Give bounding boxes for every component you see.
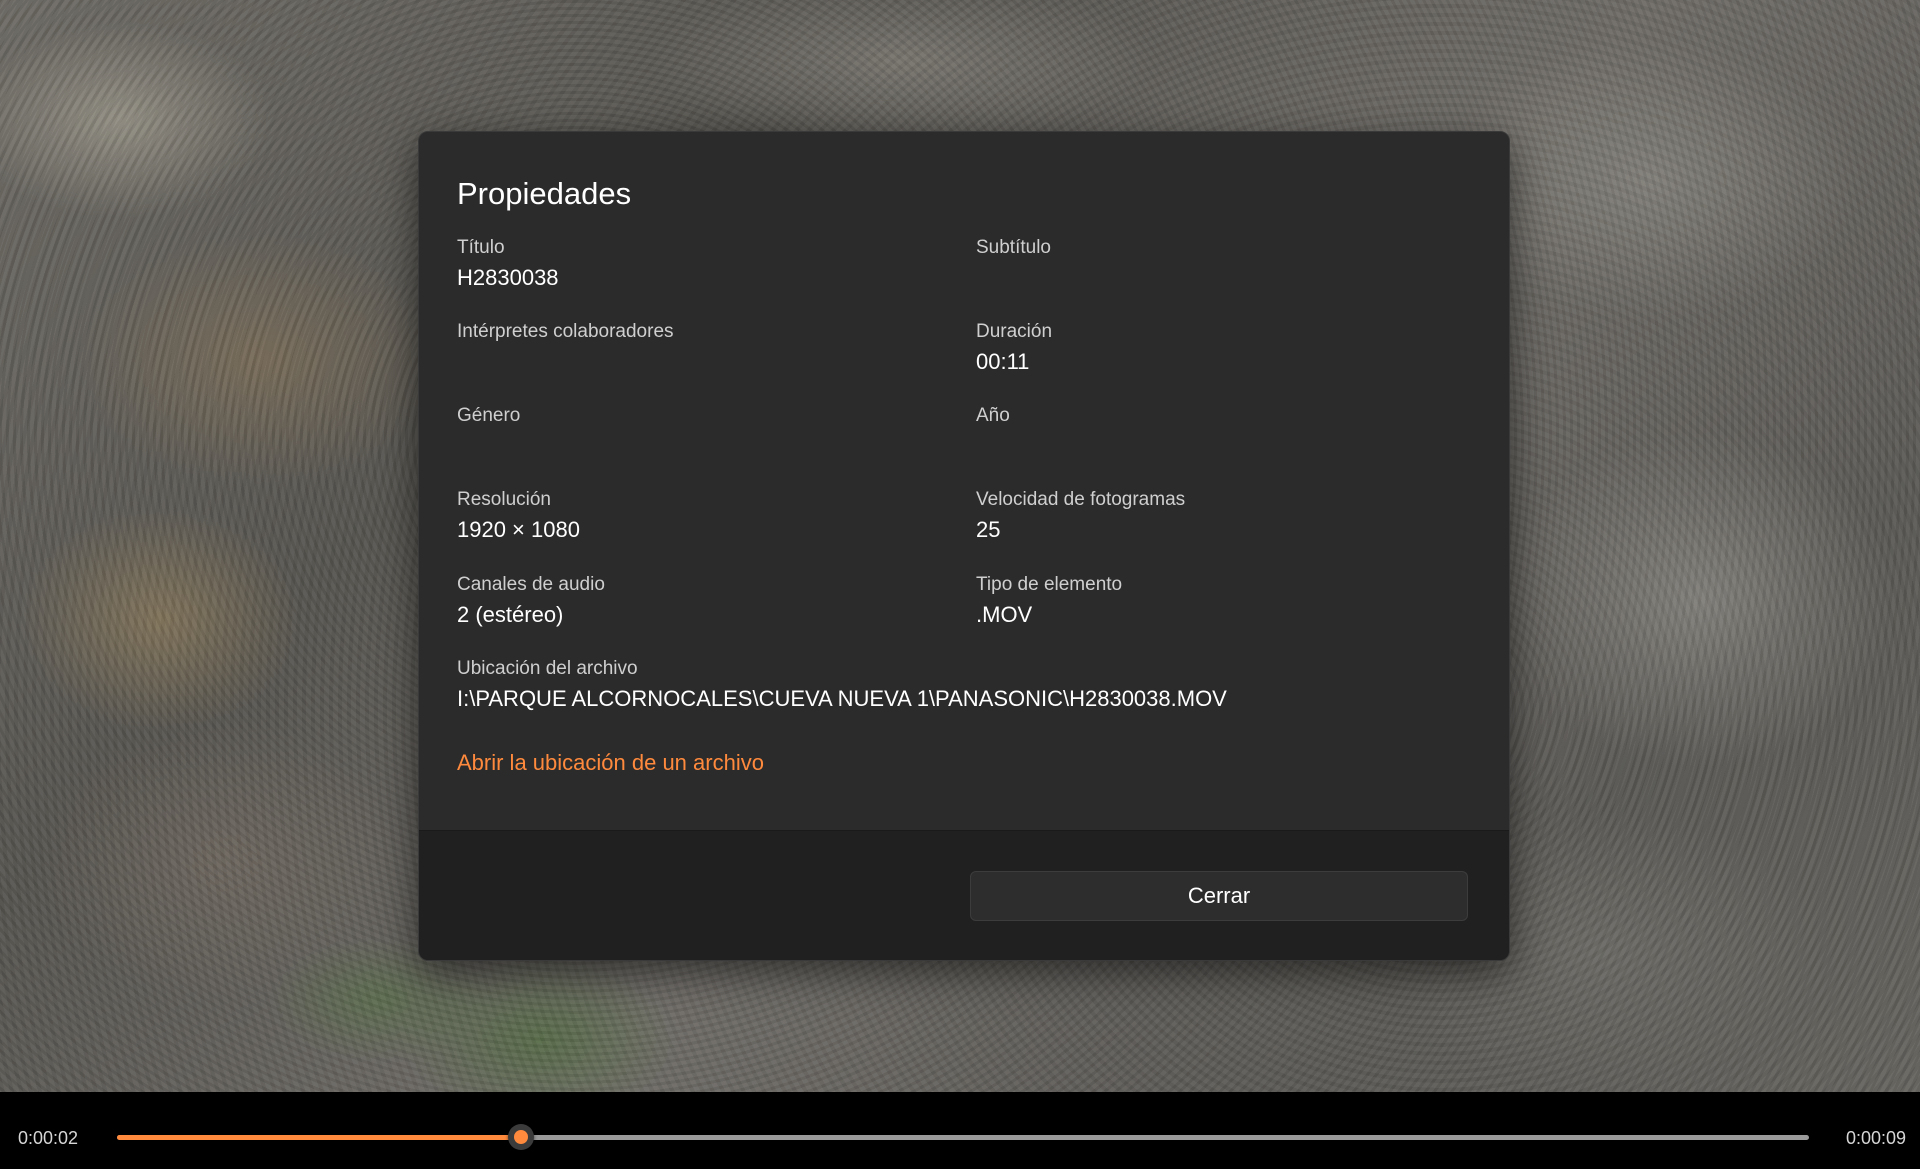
property-value: I:\PARQUE ALCORNOCALES\CUEVA NUEVA 1\PAN… <box>457 686 1227 711</box>
media-player-window: Propiedades Título H2830038 Subtítulo In… <box>0 0 1920 1169</box>
property-resolution: Resolución 1920 × 1080 <box>457 488 937 545</box>
property-label: Duración <box>976 321 1053 342</box>
property-label: Velocidad de fotogramas <box>976 489 1186 510</box>
property-value <box>457 431 937 461</box>
close-button[interactable]: Cerrar <box>970 871 1468 921</box>
property-item-type: Tipo de elemento .MOV <box>976 573 1456 630</box>
open-file-location-link[interactable]: Abrir la ubicación de un archivo <box>457 750 764 776</box>
property-value: 00:11 <box>976 349 1030 374</box>
property-file-location: Ubicación del archivo I:\PARQUE ALCORNOC… <box>457 657 1457 714</box>
dialog-footer: Cerrar <box>419 830 1509 960</box>
property-value: 2 (estéreo) <box>457 602 564 627</box>
property-label: Título <box>457 237 505 258</box>
property-frame-rate: Velocidad de fotogramas 25 <box>976 488 1456 545</box>
property-value: 1920 × 1080 <box>457 517 580 542</box>
property-value: 25 <box>976 517 1001 542</box>
player-controls-bar <box>0 1092 1920 1169</box>
dialog-title: Propiedades <box>457 176 632 211</box>
property-label: Género <box>457 405 521 426</box>
property-label: Canales de audio <box>457 574 605 595</box>
property-contributing-artists: Intérpretes colaboradores <box>457 320 937 377</box>
property-value: .MOV <box>976 602 1033 627</box>
property-genre: Género <box>457 404 937 461</box>
property-subtitle: Subtítulo <box>976 236 1456 293</box>
property-value <box>976 431 1456 461</box>
seek-bar-progress <box>117 1135 522 1140</box>
property-label: Intérpretes colaboradores <box>457 321 674 342</box>
property-value: H2830038 <box>457 265 559 290</box>
property-value <box>976 263 1456 293</box>
properties-dialog: Propiedades Título H2830038 Subtítulo In… <box>418 131 1510 961</box>
dialog-body: Propiedades Título H2830038 Subtítulo In… <box>419 132 1509 830</box>
property-year: Año <box>976 404 1456 461</box>
property-label: Resolución <box>457 489 551 510</box>
total-time: 0:00:09 <box>1845 1128 1906 1148</box>
property-label: Año <box>976 405 1010 426</box>
property-label: Tipo de elemento <box>976 574 1123 595</box>
property-value <box>457 347 937 377</box>
property-label: Ubicación del archivo <box>457 658 638 679</box>
seek-bar[interactable] <box>117 1124 1809 1150</box>
property-title: Título H2830038 <box>457 236 937 293</box>
current-time: 0:00:02 <box>18 1128 79 1148</box>
property-audio-channels: Canales de audio 2 (estéreo) <box>457 573 937 630</box>
property-label: Subtítulo <box>976 237 1051 258</box>
property-duration: Duración 00:11 <box>976 320 1456 377</box>
